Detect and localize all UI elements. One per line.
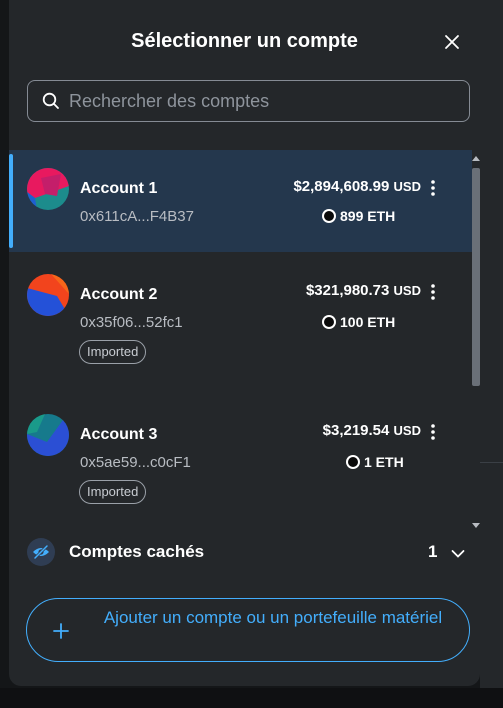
eth-amount: 100 ETH (340, 314, 396, 330)
account-list: Account 1 0x611cA...F4B37 $2,894,608.99 … (9, 146, 480, 520)
account-item-3[interactable]: Account 3 0x5ae59...c0cF1 Imported $3,21… (9, 402, 472, 520)
account-avatar (27, 414, 69, 456)
hidden-accounts-label: Comptes cachés (69, 542, 205, 561)
account-menu-icon[interactable] (426, 282, 440, 302)
account-fiat-balance: $2,894,608.99 USD (293, 178, 421, 195)
account-name: Account 2 (80, 286, 158, 303)
imported-tag: Imported (79, 480, 147, 504)
search-input[interactable] (69, 81, 469, 121)
account-avatar (27, 274, 69, 316)
account-list-scrollbar[interactable] (472, 150, 480, 528)
account-item-1[interactable]: Account 1 0x611cA...F4B37 $2,894,608.99 … (9, 150, 472, 252)
search-icon (42, 92, 60, 110)
add-account-label: Ajouter un compte ou un portefeuille mat… (103, 608, 443, 627)
eth-amount: 899 ETH (340, 208, 396, 224)
account-address: 0x35f06...52fc1 (80, 314, 183, 331)
search-box[interactable] (27, 80, 470, 122)
hidden-accounts-row[interactable]: Comptes cachés 1 (9, 530, 480, 574)
background-page-bottom (0, 688, 503, 708)
fiat-value: $3,219.54 (322, 422, 390, 439)
fiat-currency: USD (393, 283, 421, 298)
eth-icon (322, 315, 336, 329)
fiat-value: $321,980.73 (305, 282, 390, 299)
eth-amount: 1 ETH (364, 454, 404, 470)
scroll-down-arrow-icon[interactable] (472, 516, 480, 528)
account-name: Account 3 (80, 426, 158, 443)
account-fiat-balance: $3,219.54 USD (323, 422, 421, 439)
account-address: 0x611cA...F4B37 (80, 208, 194, 225)
eye-slash-icon (27, 538, 55, 566)
account-name: Account 1 (80, 180, 158, 197)
fiat-currency: USD (393, 179, 421, 194)
scroll-up-arrow-icon[interactable] (472, 150, 480, 161)
modal-header: Sélectionner un compte (9, 0, 480, 78)
hidden-accounts-count: 1 (428, 542, 438, 561)
account-selector-modal: Sélectionner un compte Rechercher des co… (9, 0, 480, 686)
close-icon[interactable] (442, 32, 462, 52)
background-divider (480, 462, 503, 463)
account-fiat-balance: $321,980.73 USD (306, 282, 421, 299)
fiat-currency: USD (393, 423, 421, 438)
account-menu-icon[interactable] (426, 178, 440, 198)
eth-icon (322, 209, 336, 223)
account-avatar (27, 168, 69, 210)
account-eth-balance: 1 ETH (346, 454, 404, 470)
account-address: 0x5ae59...c0cF1 (80, 454, 191, 471)
eth-icon (346, 455, 360, 469)
chevron-down-icon[interactable] (451, 546, 465, 558)
account-eth-balance: 100 ETH (322, 314, 395, 330)
selected-indicator (9, 154, 13, 248)
account-eth-balance: 899 ETH (322, 208, 395, 224)
account-menu-icon[interactable] (426, 422, 440, 442)
fiat-value: $2,894,608.99 (293, 178, 390, 195)
background-page-edge (480, 0, 503, 708)
add-account-button[interactable]: Ajouter un compte ou un portefeuille mat… (26, 598, 470, 662)
scrollbar-thumb[interactable] (472, 168, 480, 386)
imported-tag: Imported (79, 340, 147, 364)
account-item-2[interactable]: Account 2 0x35f06...52fc1 Imported $321,… (9, 262, 472, 382)
modal-title: Sélectionner un compte (131, 30, 358, 52)
plus-icon (51, 621, 71, 641)
